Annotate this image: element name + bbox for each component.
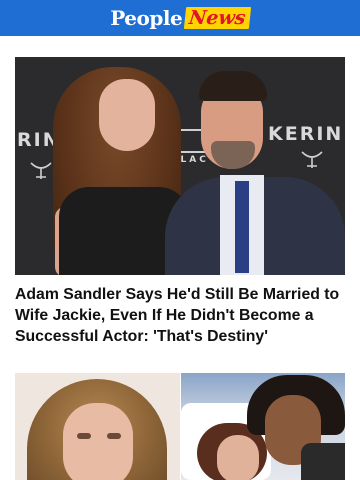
logo-people-text: People [110,6,183,30]
thumb1-eye-right [107,433,121,439]
article-thumbnail-2[interactable] [181,373,345,480]
photo-man-tie [235,181,249,273]
thumb1-face [63,403,133,480]
thumb2-man-shirt [301,443,345,480]
article-thumbnail-1[interactable] [15,373,180,480]
hero-article-image[interactable]: RIN KERIN DILLAC [15,57,345,275]
thumb2-woman-face [217,435,259,480]
photo-man-hair [199,71,267,101]
top-header-bar: People News [0,0,360,36]
crest-ornament-icon-right [301,151,323,168]
photo-woman-face [99,79,155,151]
thumb1-eye-left [77,433,91,439]
backdrop-sponsor-right: KERIN [268,123,344,145]
crest-ornament-icon [30,162,52,179]
article-headline-link[interactable]: Adam Sandler Says He'd Still Be Married … [15,284,345,347]
logo-news-badge: News [184,7,251,29]
people-news-logo[interactable]: People News [110,6,251,30]
